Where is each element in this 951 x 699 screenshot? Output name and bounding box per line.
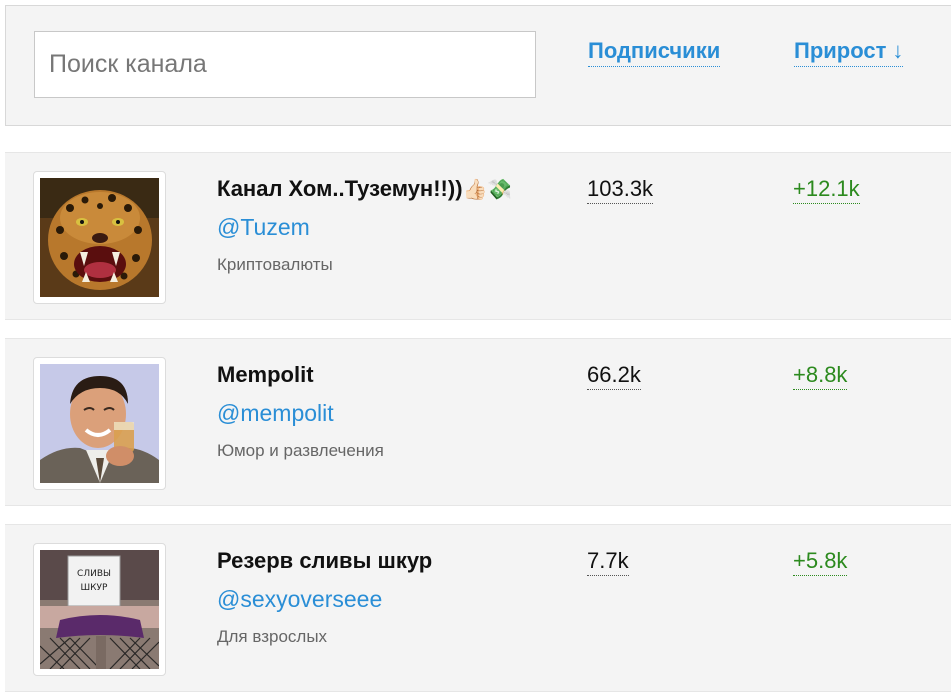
channel-handle-link[interactable]: @sexyoverseee bbox=[217, 585, 382, 613]
sort-by-growth-link[interactable]: Прирост ↓ bbox=[794, 38, 904, 67]
subscriber-count[interactable]: 66.2k bbox=[587, 361, 641, 390]
subscriber-count[interactable]: 103.3k bbox=[587, 175, 654, 204]
sort-subscribers-label: Подписчики bbox=[588, 38, 721, 63]
sort-growth-label: Прирост bbox=[794, 38, 887, 63]
channel-avatar[interactable] bbox=[33, 171, 166, 304]
channel-category: Криптовалюты bbox=[217, 255, 333, 274]
avatar-sign-line-2: ШКУР bbox=[81, 583, 108, 593]
channel-title-text: Канал Хом..Туземун!!)) bbox=[217, 176, 463, 201]
growth-count[interactable]: +8.8k bbox=[793, 361, 848, 390]
avatar-sign-line-1: СЛИВЫ bbox=[77, 569, 111, 579]
sort-descending-arrow-icon: ↓ bbox=[892, 38, 904, 63]
subscriber-count[interactable]: 7.7k bbox=[587, 547, 629, 576]
growth-count[interactable]: +12.1k bbox=[793, 175, 860, 204]
channel-row[interactable]: Канал Хом..Туземун!!))👍🏻💸 @Tuzem Криптов… bbox=[5, 152, 951, 320]
channel-title: Mempolit bbox=[217, 362, 314, 387]
sort-by-subscribers-link[interactable]: Подписчики bbox=[588, 38, 721, 67]
channel-handle-link[interactable]: @Tuzem bbox=[217, 213, 310, 241]
channel-category: Для взрослых bbox=[217, 627, 328, 646]
channel-avatar[interactable]: СЛИВЫ ШКУР bbox=[33, 543, 166, 676]
thumbs-up-money-emoji-icon: 👍🏻💸 bbox=[462, 179, 513, 201]
channel-handle-link[interactable]: @mempolit bbox=[217, 399, 334, 427]
channel-row[interactable]: СЛИВЫ ШКУР Резерв сливы шкур @sexyoverse… bbox=[5, 524, 951, 692]
channel-title: Резерв сливы шкур bbox=[217, 548, 433, 573]
growth-count[interactable]: +5.8k bbox=[793, 547, 848, 576]
sign-photo-avatar-icon: СЛИВЫ ШКУР bbox=[40, 550, 159, 669]
search-input[interactable] bbox=[34, 31, 536, 98]
man-drinking-avatar-icon bbox=[40, 364, 159, 483]
channel-list-header: Подписчики Прирост↓ bbox=[5, 5, 951, 126]
channel-category: Юмор и развлечения bbox=[217, 441, 384, 460]
leopard-avatar-icon bbox=[40, 178, 159, 297]
channel-title: Канал Хом..Туземун!!))👍🏻💸 bbox=[217, 175, 512, 204]
channel-row[interactable]: Mempolit @mempolit Юмор и развлечения 66… bbox=[5, 338, 951, 506]
channel-avatar[interactable] bbox=[33, 357, 166, 490]
